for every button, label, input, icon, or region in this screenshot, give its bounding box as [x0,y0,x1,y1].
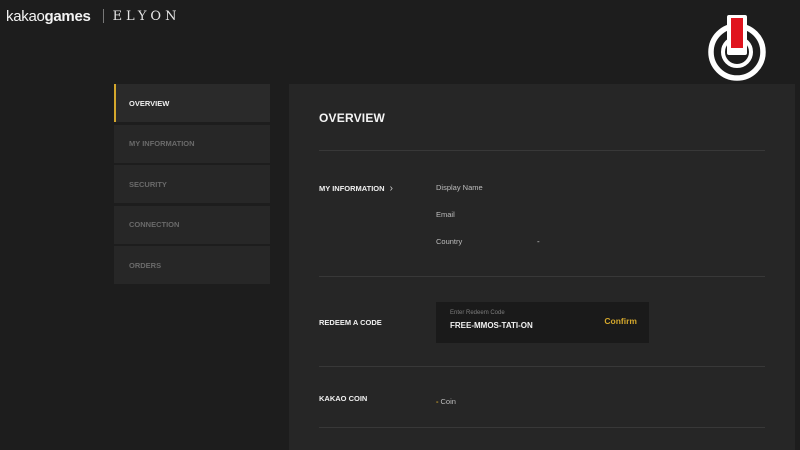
page-title: OVERVIEW [319,111,386,125]
account-page: kakaogames ELYON OVERVIEW MY INFORMATION… [0,0,800,450]
kakao-coin-label: KAKAO COIN [319,394,368,403]
country-value: - [537,237,540,246]
display-name-label: Display Name [436,183,483,192]
my-information-link[interactable]: MY INFORMATION › [319,183,393,194]
divider [319,276,765,277]
confirm-button[interactable]: Confirm [604,316,637,326]
sidebar-item-label: MY INFORMATION [129,139,195,148]
sidebar-item-overview[interactable]: OVERVIEW [114,84,270,122]
elyon-logo: ELYON [112,8,181,24]
redeem-code-field[interactable]: Enter Redeem Code Confirm [436,302,649,343]
brand-logo[interactable]: kakaogames ELYON [6,6,180,26]
sidebar-item-label: CONNECTION [129,220,180,229]
kakaogames-logo: kakaogames [6,7,91,25]
sidebar-item-connection[interactable]: CONNECTION [114,205,270,244]
sidebar-item-security[interactable]: SECURITY [114,165,270,203]
country-label: Country [436,237,463,246]
brand-divider [102,9,104,23]
section-label: MY INFORMATION [319,184,385,193]
divider [319,366,765,367]
divider [319,427,765,428]
redeem-code-label: REDEEM A CODE [319,318,382,327]
kakao-coin-balance: - Coin [436,397,456,406]
sidebar-item-label: SECURITY [129,179,167,189]
chevron-right-icon: › [389,183,393,194]
redeem-code-placeholder: Enter Redeem Code [450,310,505,316]
sidebar-item-label: ORDERS [129,260,162,270]
overview-panel: OVERVIEW MY INFORMATION › Display Name E… [289,84,795,450]
redeem-code-input[interactable] [448,319,592,332]
power-icon[interactable] [705,14,769,82]
sidebar-item-label: OVERVIEW [129,98,170,108]
sidebar-item-my-information[interactable]: MY INFORMATION [114,124,270,163]
account-sidebar: OVERVIEW MY INFORMATION SECURITY CONNECT… [114,84,270,287]
coin-amount: - [436,397,439,406]
divider [319,150,765,151]
coin-unit: Coin [440,397,456,406]
email-label: Email [436,210,455,219]
sidebar-item-orders[interactable]: ORDERS [114,246,270,284]
